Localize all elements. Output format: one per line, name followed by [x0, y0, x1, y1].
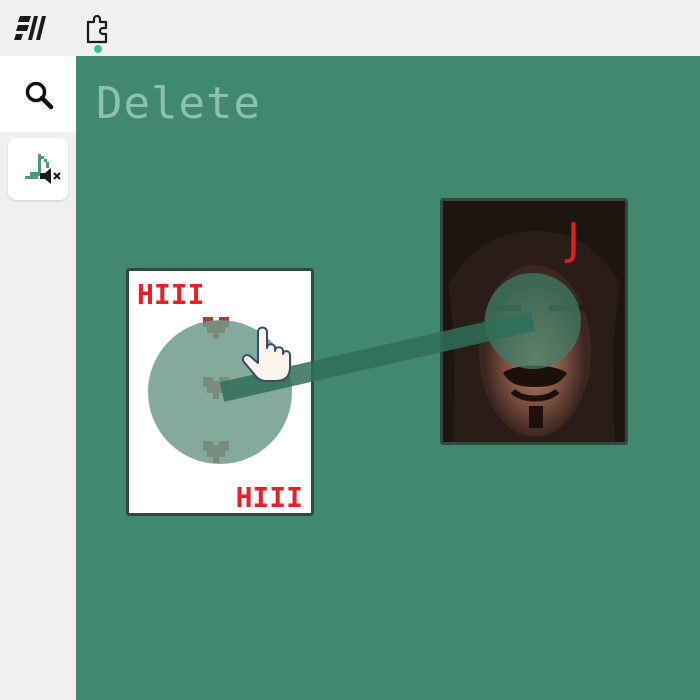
search-icon — [25, 81, 54, 110]
sidebar — [0, 56, 76, 700]
extension-status-dot — [94, 45, 102, 53]
card-rank: J — [564, 214, 580, 265]
card-jack[interactable]: J — [440, 198, 628, 445]
top-toolbar — [0, 0, 700, 56]
music-note-muted-icon — [25, 154, 61, 184]
puzzle-piece-icon[interactable] — [80, 10, 116, 46]
card-face: J — [443, 201, 625, 442]
card-rank-top: HIII — [137, 278, 204, 311]
card-face: HIII HIII — [137, 278, 303, 513]
app-logo-icon[interactable] — [14, 10, 50, 46]
search-button[interactable] — [0, 56, 76, 132]
card-three-of-hearts[interactable]: HIII HIII — [126, 268, 314, 516]
sound-toggle-button[interactable] — [8, 138, 68, 200]
card-rank-bottom: HIII — [236, 481, 303, 513]
heart-pips — [203, 317, 229, 463]
delete-zone-label: Delete — [96, 78, 261, 129]
